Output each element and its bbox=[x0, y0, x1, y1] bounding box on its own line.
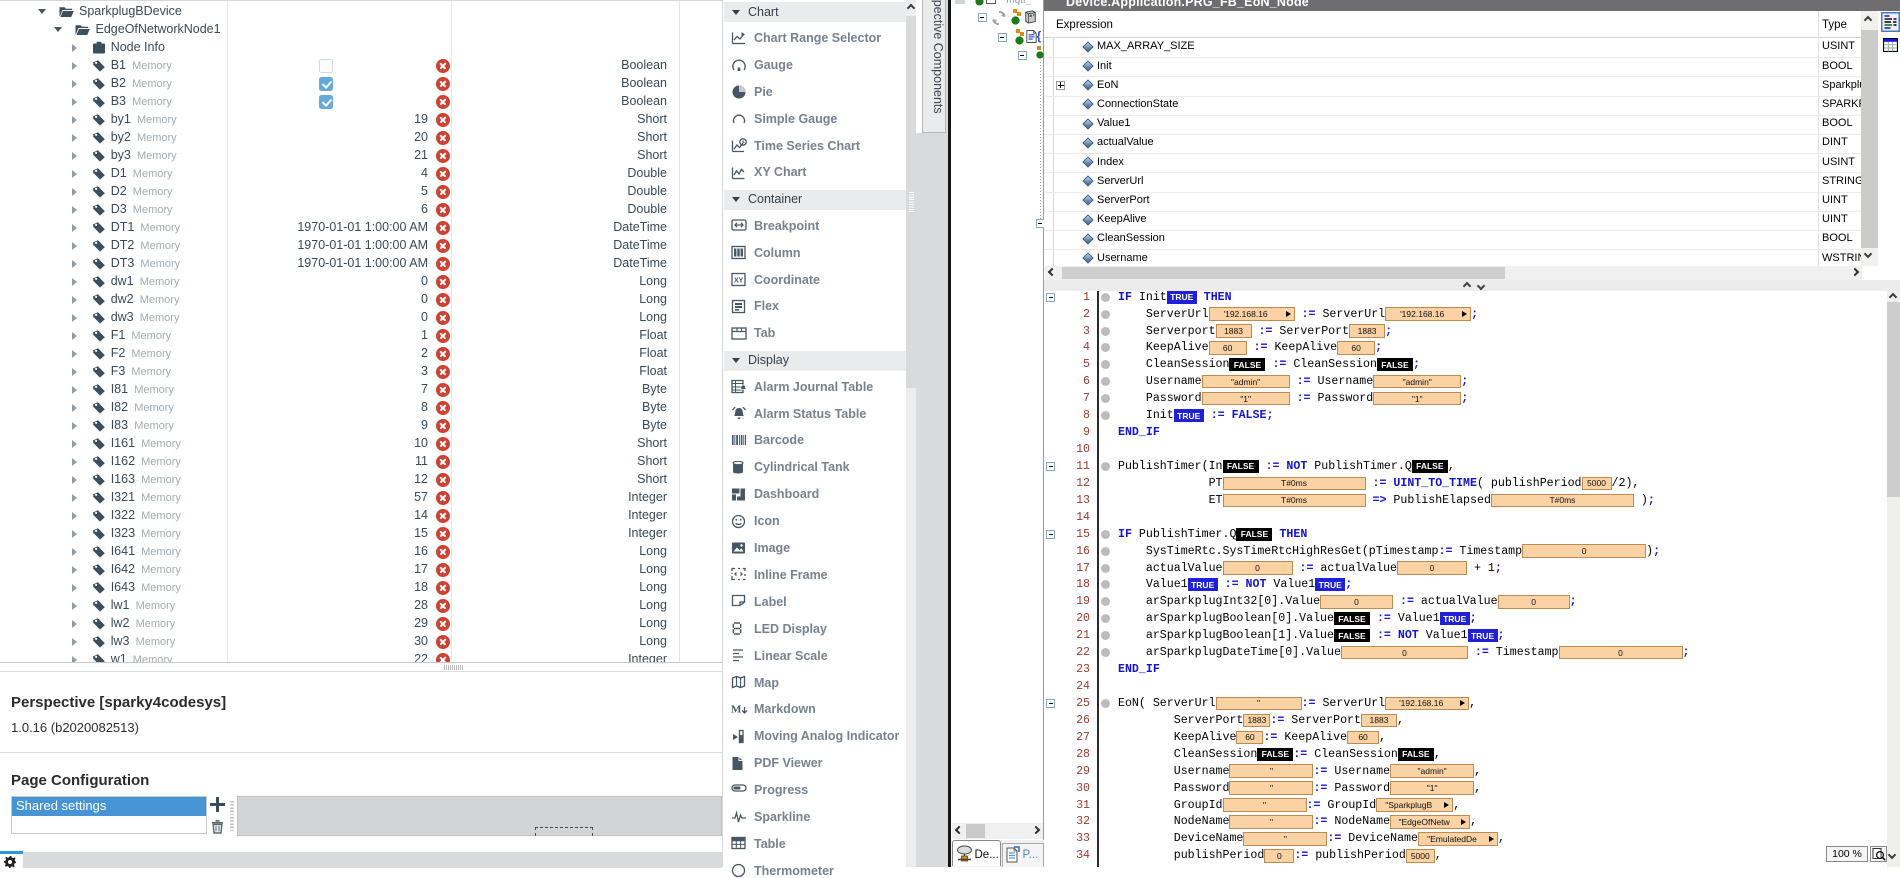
svg-text:XY: XY bbox=[734, 278, 744, 285]
svg-text:M: M bbox=[731, 703, 742, 715]
